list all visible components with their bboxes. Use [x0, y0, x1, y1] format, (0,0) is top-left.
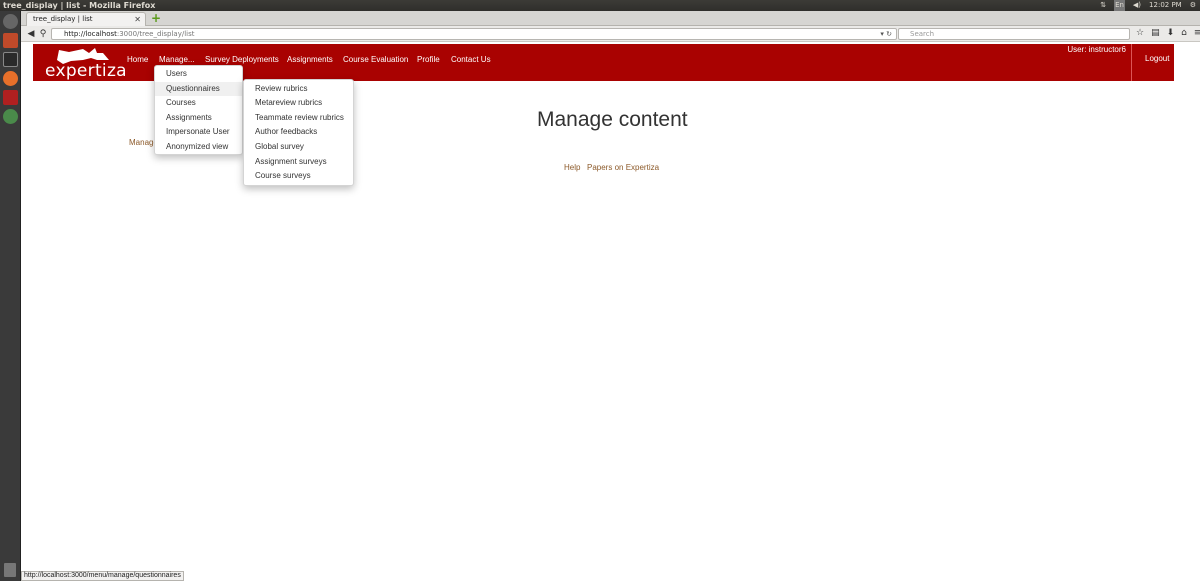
network-icon[interactable]: ⇅	[1100, 0, 1106, 11]
tab-bar: tree_display | list ✕ +	[21, 11, 1200, 26]
page-title: Manage content	[537, 108, 688, 131]
menu-manage[interactable]: Manage...	[159, 55, 195, 64]
logo-text[interactable]: expertiza	[45, 61, 127, 81]
quest-item-course-surveys[interactable]: Course surveys	[244, 169, 353, 183]
manage-dropdown: Users Questionnaires Courses Assignments…	[154, 65, 243, 155]
menu-icon[interactable]: ≡	[1194, 28, 1200, 38]
quest-item-metareview-rubrics[interactable]: Metareview rubrics	[244, 96, 353, 110]
reload-icon[interactable]: ↻	[886, 30, 892, 38]
manage-item-assignments[interactable]: Assignments	[155, 111, 242, 125]
search-input[interactable]: Search	[898, 28, 1130, 40]
trash-icon[interactable]	[4, 563, 16, 577]
papers-link[interactable]: Papers on Expertiza	[587, 163, 659, 172]
browser-tab[interactable]: tree_display | list ✕	[26, 12, 146, 26]
user-label: User: instructor6	[1067, 45, 1126, 54]
url-bar[interactable]: http://localhost:3000/tree_display/list …	[51, 28, 897, 40]
search-placeholder: Search	[910, 30, 935, 38]
menu-course-evaluation[interactable]: Course Evaluation	[343, 55, 408, 64]
menu-assignments[interactable]: Assignments	[287, 55, 333, 64]
quest-item-review-rubrics[interactable]: Review rubrics	[244, 82, 353, 96]
window-title: tree_display | list - Mozilla Firefox	[3, 1, 156, 10]
system-tray: ⇅ En ◀) 12:02 PM ⚙	[1100, 0, 1200, 11]
dash-icon[interactable]	[3, 14, 18, 29]
help-link[interactable]: Help	[564, 163, 580, 172]
manage-item-courses[interactable]: Courses	[155, 96, 242, 110]
tab-title: tree_display | list	[33, 15, 93, 23]
status-bar-url: http://localhost:3000/menu/manage/questi…	[21, 571, 184, 581]
questionnaires-submenu: Review rubrics Metareview rubrics Teamma…	[243, 79, 354, 186]
url-path: :3000/tree_display/list	[116, 30, 195, 38]
bookmarks-list-icon[interactable]: ▤	[1151, 28, 1160, 38]
identity-icon[interactable]: ⚲	[38, 29, 48, 39]
quest-item-author-feedbacks[interactable]: Author feedbacks	[244, 125, 353, 139]
software-center-icon[interactable]	[3, 109, 18, 124]
download-icon[interactable]: ⬇	[1167, 28, 1175, 38]
files-icon[interactable]	[3, 33, 18, 48]
quest-item-teammate-review-rubrics[interactable]: Teammate review rubrics	[244, 111, 353, 125]
logout-area: Logout	[1131, 44, 1174, 81]
firefox-icon[interactable]	[3, 71, 18, 86]
terminal-icon[interactable]	[3, 52, 18, 67]
navigation-bar: ◀ ⚲ http://localhost:3000/tree_display/l…	[21, 26, 1200, 42]
menu-home[interactable]: Home	[127, 55, 148, 64]
menu-profile[interactable]: Profile	[417, 55, 440, 64]
close-icon[interactable]: ✕	[134, 13, 141, 26]
os-top-bar: tree_display | list - Mozilla Firefox ⇅ …	[0, 0, 1200, 11]
new-tab-icon[interactable]: +	[151, 12, 161, 24]
manage-item-users[interactable]: Users	[155, 67, 242, 81]
app-icon[interactable]	[3, 90, 18, 105]
url-host: http://localhost	[64, 30, 117, 38]
settings-icon[interactable]: ⚙	[1190, 0, 1196, 11]
menu-contact-us[interactable]: Contact Us	[451, 55, 491, 64]
bookmark-star-icon[interactable]: ☆	[1136, 28, 1144, 38]
unity-launcher	[0, 11, 21, 581]
manage-item-impersonate-user[interactable]: Impersonate User	[155, 125, 242, 139]
dropdown-icon[interactable]: ▾	[880, 30, 884, 38]
menu-survey-deployments[interactable]: Survey Deployments	[205, 55, 279, 64]
quest-item-assignment-surveys[interactable]: Assignment surveys	[244, 155, 353, 169]
logout-button[interactable]: Logout	[1145, 54, 1169, 63]
clock[interactable]: 12:02 PM	[1149, 0, 1182, 11]
volume-icon[interactable]: ◀)	[1133, 0, 1141, 11]
keyboard-lang[interactable]: En	[1114, 0, 1125, 11]
manage-item-anonymized-view[interactable]: Anonymized view	[155, 140, 242, 154]
back-icon[interactable]: ◀	[26, 29, 36, 39]
home-icon[interactable]: ⌂	[1181, 28, 1187, 38]
quest-item-global-survey[interactable]: Global survey	[244, 140, 353, 154]
manage-item-questionnaires[interactable]: Questionnaires	[155, 82, 242, 96]
